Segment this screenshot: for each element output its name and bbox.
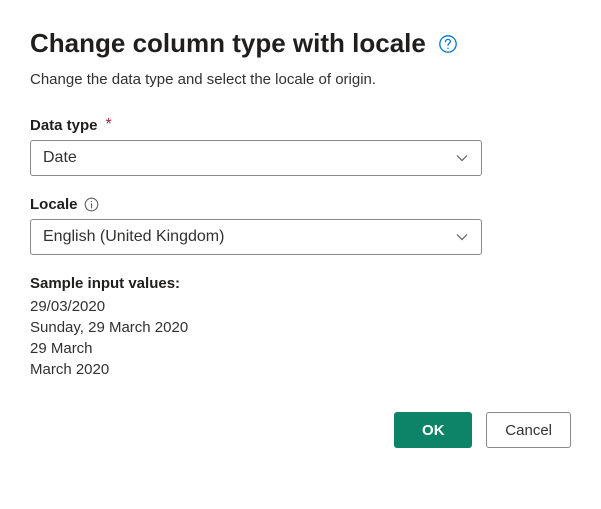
list-item: March 2020	[30, 361, 571, 378]
info-icon[interactable]	[84, 197, 99, 212]
sample-heading: Sample input values:	[30, 275, 571, 292]
chevron-down-icon	[455, 151, 469, 165]
sample-list: 29/03/2020 Sunday, 29 March 2020 29 Marc…	[30, 298, 571, 378]
data-type-select[interactable]: Date	[30, 140, 482, 176]
locale-select[interactable]: English (United Kingdom)	[30, 219, 482, 255]
data-type-value: Date	[43, 149, 77, 167]
dialog-title: Change column type with locale	[30, 28, 426, 59]
locale-label-row: Locale	[30, 196, 571, 213]
required-asterisk: *	[106, 116, 112, 134]
data-type-label: Data type	[30, 117, 98, 134]
locale-value: English (United Kingdom)	[43, 228, 224, 246]
dialog-footer: OK Cancel	[30, 412, 571, 448]
list-item: 29/03/2020	[30, 298, 571, 315]
locale-label: Locale	[30, 196, 78, 213]
help-icon[interactable]	[438, 34, 458, 54]
list-item: Sunday, 29 March 2020	[30, 319, 571, 336]
list-item: 29 March	[30, 340, 571, 357]
ok-button[interactable]: OK	[394, 412, 472, 448]
data-type-label-row: Data type *	[30, 116, 571, 134]
chevron-down-icon	[455, 230, 469, 244]
cancel-button[interactable]: Cancel	[486, 412, 571, 448]
dialog-subtitle: Change the data type and select the loca…	[30, 71, 571, 88]
dialog-header: Change column type with locale	[30, 28, 571, 59]
